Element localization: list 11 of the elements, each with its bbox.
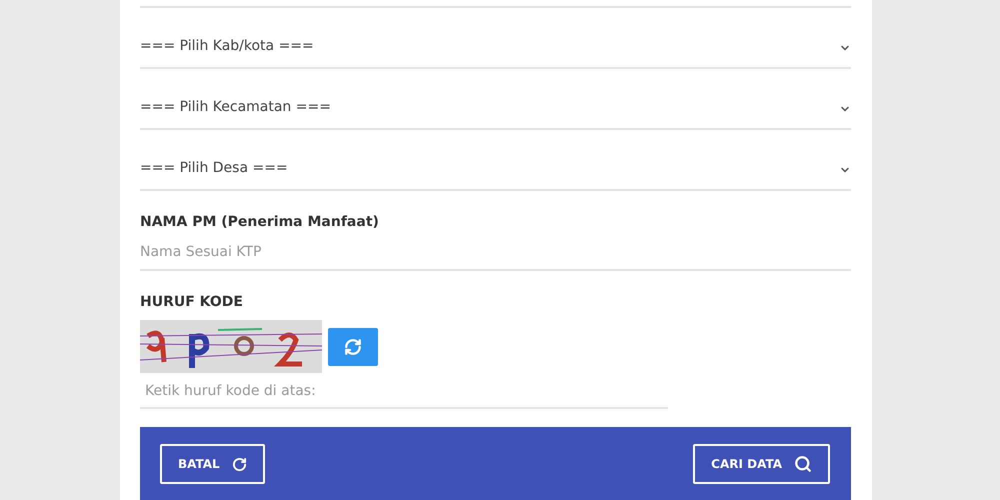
search-icon [794, 455, 812, 473]
select-field[interactable]: === Pilih Kab/kota === [140, 8, 851, 69]
search-button[interactable]: CARI DATA [693, 444, 830, 484]
refresh-button[interactable] [328, 328, 378, 366]
refresh-icon [344, 338, 362, 356]
field-label: NAMA PM (Penerima Manfaat) [140, 214, 380, 230]
field-label: HURUF KODE [140, 294, 244, 310]
select-field[interactable]: === Pilih Kecamatan === [140, 69, 851, 130]
rotate-icon [232, 456, 247, 472]
select-field[interactable]: === Pilih Desa === [140, 130, 851, 191]
reset-button[interactable]: BATAL [160, 444, 265, 484]
